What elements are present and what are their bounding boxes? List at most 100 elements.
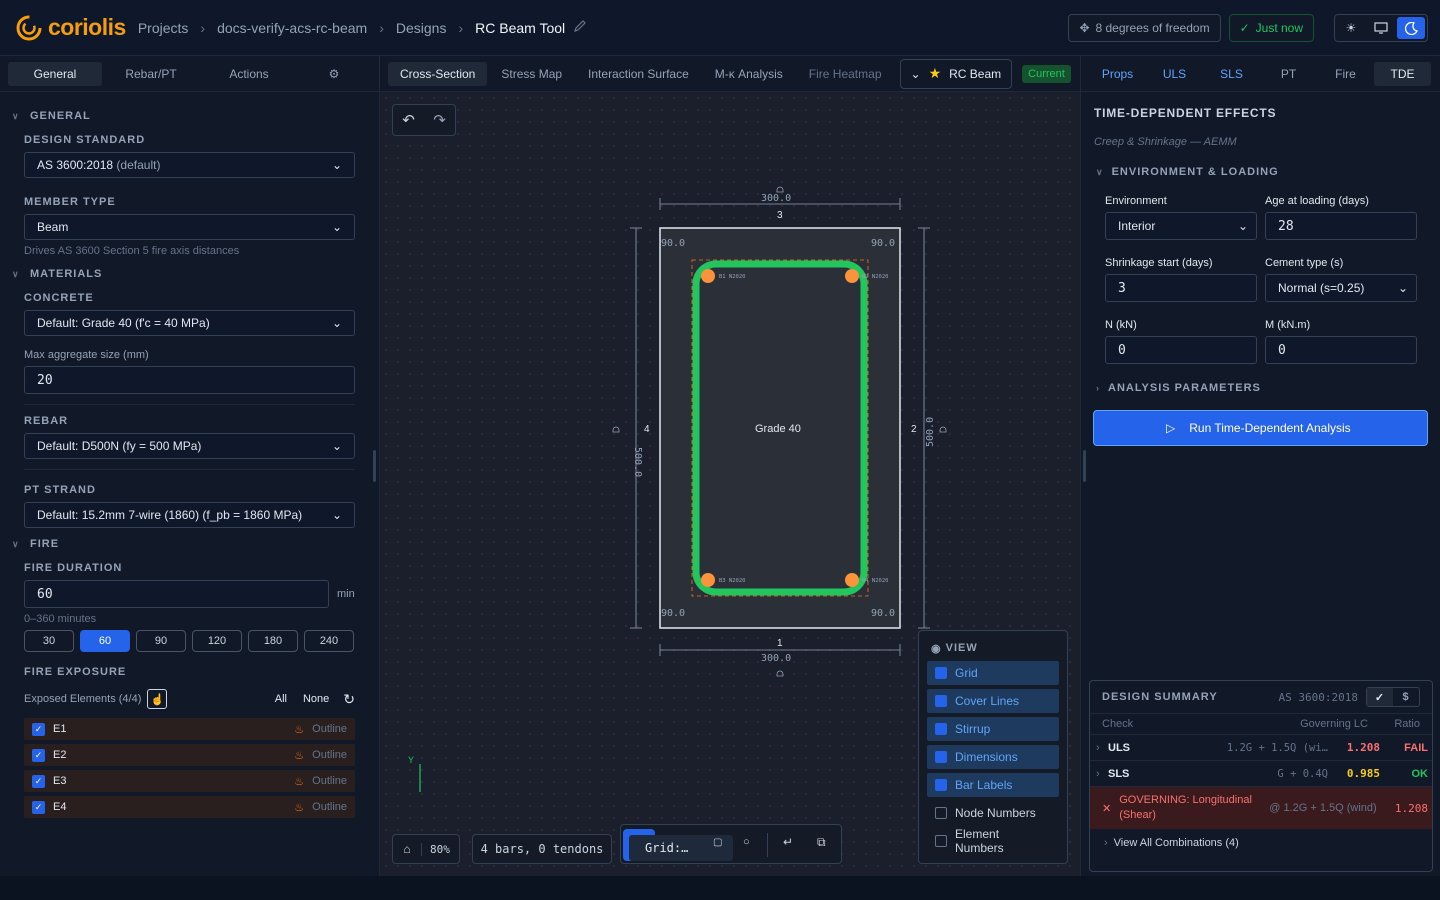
tab-sls[interactable]: SLS bbox=[1203, 62, 1260, 86]
environment-select[interactable]: Interior ⌄ bbox=[1105, 212, 1257, 240]
bar-b1[interactable] bbox=[701, 269, 715, 283]
beam-selector[interactable]: ⌄ ★ RC Beam bbox=[899, 58, 1013, 89]
circle-tool-icon[interactable]: ○ bbox=[743, 836, 750, 848]
preset-30[interactable]: 30 bbox=[24, 630, 74, 652]
tab-fire[interactable]: Fire bbox=[1317, 62, 1374, 86]
summary-row-sls[interactable]: › SLS G + 0.4Q 0.985 OK bbox=[1090, 761, 1432, 787]
tab-cross-section[interactable]: Cross-Section bbox=[388, 61, 488, 86]
preset-120[interactable]: 120 bbox=[192, 630, 242, 652]
element-row-e1[interactable]: ✓ E1 ♨ Outline bbox=[24, 718, 355, 740]
cement-select[interactable]: Normal (s=0.25) ⌄ bbox=[1265, 274, 1417, 302]
max-aggregate-input[interactable]: 20 bbox=[24, 366, 355, 394]
toggle-grid[interactable]: Grid bbox=[927, 661, 1059, 685]
fit-view-icon[interactable]: ⧉ bbox=[817, 835, 826, 850]
tab-stress-map[interactable]: Stress Map bbox=[489, 62, 574, 86]
toggle-cover-lines[interactable]: Cover Lines bbox=[927, 689, 1059, 713]
checkbox[interactable] bbox=[935, 835, 947, 847]
section-analysis[interactable]: › ANALYSIS PARAMETERS bbox=[1096, 382, 1440, 394]
checkbox-e3[interactable]: ✓ bbox=[32, 774, 45, 788]
preset-60[interactable]: 60 bbox=[80, 630, 130, 652]
select-all-button[interactable]: All bbox=[275, 693, 287, 705]
governing-row[interactable]: ✕ GOVERNING: Longitudinal (Shear) @ 1.2G… bbox=[1090, 787, 1432, 829]
pointer-select-icon[interactable]: ☝ bbox=[147, 689, 168, 709]
fire-duration-input[interactable]: 60 bbox=[24, 580, 329, 608]
resize-handle[interactable] bbox=[1083, 450, 1086, 482]
cost-toggle[interactable]: $ bbox=[1393, 688, 1419, 706]
check-icon[interactable]: ✓ bbox=[1367, 688, 1393, 706]
checkbox[interactable] bbox=[935, 807, 947, 819]
save-status[interactable]: ✓ Just now bbox=[1228, 14, 1314, 42]
age-input[interactable]: 28 bbox=[1265, 212, 1417, 240]
tab-uls[interactable]: ULS bbox=[1146, 62, 1203, 86]
member-type-select[interactable]: Beam ⌄ bbox=[24, 214, 355, 240]
tab-props[interactable]: Props bbox=[1089, 62, 1146, 86]
bar-b2[interactable] bbox=[845, 269, 859, 283]
bar-b3[interactable] bbox=[701, 573, 715, 587]
resize-handle[interactable] bbox=[373, 450, 376, 482]
element-row-e3[interactable]: ✓ E3 ♨ Outline bbox=[24, 770, 355, 792]
checkbox[interactable] bbox=[935, 779, 947, 791]
moon-icon[interactable] bbox=[1397, 17, 1425, 39]
rect-tool-icon[interactable]: ▢ bbox=[713, 837, 722, 848]
preset-90[interactable]: 90 bbox=[136, 630, 186, 652]
run-analysis-button[interactable]: ▷ Run Time-Dependent Analysis bbox=[1093, 410, 1428, 446]
pt-strand-select[interactable]: Default: 15.2mm 7-wire (1860) (f_pb = 18… bbox=[24, 502, 355, 528]
tab-tde[interactable]: TDE bbox=[1374, 61, 1431, 86]
element-mode[interactable]: Outline bbox=[312, 749, 347, 761]
checkbox[interactable] bbox=[935, 751, 947, 763]
tab-interaction-surface[interactable]: Interaction Surface bbox=[576, 62, 701, 86]
shrinkage-input[interactable]: 3 bbox=[1105, 274, 1257, 302]
sun-icon[interactable]: ☀ bbox=[1337, 17, 1365, 39]
gear-icon[interactable]: ⚙ bbox=[298, 62, 370, 86]
reset-icon[interactable]: ↻ bbox=[343, 691, 355, 708]
monitor-icon[interactable] bbox=[1367, 17, 1395, 39]
bar-b4[interactable] bbox=[845, 573, 859, 587]
checkbox[interactable] bbox=[935, 723, 947, 735]
enter-icon[interactable]: ↵ bbox=[783, 835, 793, 849]
tab-fire-heatmap[interactable]: Fire Heatmap bbox=[797, 62, 894, 86]
breadcrumb-designs[interactable]: Designs bbox=[396, 20, 447, 36]
preset-240[interactable]: 240 bbox=[304, 630, 354, 652]
element-mode[interactable]: Outline bbox=[312, 801, 347, 813]
tab-rebar-pt[interactable]: Rebar/PT bbox=[102, 62, 200, 86]
view-all-combinations[interactable]: › View All Combinations (4) bbox=[1090, 829, 1432, 857]
checkbox[interactable] bbox=[935, 695, 947, 707]
home-icon[interactable]: ⌂ bbox=[393, 842, 421, 856]
select-none-button[interactable]: None bbox=[303, 693, 329, 705]
tab-m-k-analysis[interactable]: M-κ Analysis bbox=[703, 62, 795, 86]
logo[interactable]: coriolis bbox=[16, 14, 126, 41]
pencil-icon[interactable] bbox=[573, 19, 587, 36]
checkbox-e4[interactable]: ✓ bbox=[32, 800, 45, 814]
section-environment[interactable]: ∨ ENVIRONMENT & LOADING bbox=[1096, 166, 1440, 178]
section-materials[interactable]: ∨ MATERIALS bbox=[12, 262, 355, 286]
toggle-node-numbers[interactable]: Node Numbers bbox=[927, 801, 1059, 825]
toggle-label: Bar Labels bbox=[955, 778, 1013, 792]
tab-pt[interactable]: PT bbox=[1260, 62, 1317, 86]
cement-value: Normal (s=0.25) bbox=[1278, 281, 1365, 295]
checkbox-e1[interactable]: ✓ bbox=[32, 722, 45, 736]
design-standard-select[interactable]: AS 3600:2018 (default) ⌄ bbox=[24, 152, 355, 178]
checkbox[interactable] bbox=[935, 667, 947, 679]
tab-actions[interactable]: Actions bbox=[200, 62, 298, 86]
n-input[interactable]: 0 bbox=[1105, 336, 1257, 364]
element-mode[interactable]: Outline bbox=[312, 723, 347, 735]
element-mode[interactable]: Outline bbox=[312, 775, 347, 787]
element-row-e4[interactable]: ✓ E4 ♨ Outline bbox=[24, 796, 355, 818]
element-row-e2[interactable]: ✓ E2 ♨ Outline bbox=[24, 744, 355, 766]
toggle-stirrup[interactable]: Stirrup bbox=[927, 717, 1059, 741]
concrete-select[interactable]: Default: Grade 40 (f'c = 40 MPa) ⌄ bbox=[24, 310, 355, 336]
toggle-dimensions[interactable]: Dimensions bbox=[927, 745, 1059, 769]
toggle-element-numbers[interactable]: Element Numbers bbox=[927, 827, 1059, 855]
summary-row-uls[interactable]: › ULS 1.2G + 1.5Q (wi… 1.208 FAIL bbox=[1090, 735, 1432, 761]
toggle-bar-labels[interactable]: Bar Labels bbox=[927, 773, 1059, 797]
m-input[interactable]: 0 bbox=[1265, 336, 1417, 364]
section-general[interactable]: ∨ GENERAL bbox=[12, 104, 355, 128]
tab-general[interactable]: General bbox=[8, 61, 102, 86]
preset-180[interactable]: 180 bbox=[248, 630, 298, 652]
breadcrumb-project[interactable]: docs-verify-acs-rc-beam bbox=[217, 20, 367, 36]
rebar-select[interactable]: Default: D500N (fy = 500 MPa) ⌄ bbox=[24, 433, 355, 459]
checkbox-e2[interactable]: ✓ bbox=[32, 748, 45, 762]
dof-indicator[interactable]: ✥ 8 degrees of freedom bbox=[1068, 14, 1221, 42]
section-fire[interactable]: ∨ FIRE bbox=[12, 532, 355, 556]
breadcrumb-projects[interactable]: Projects bbox=[138, 20, 189, 36]
